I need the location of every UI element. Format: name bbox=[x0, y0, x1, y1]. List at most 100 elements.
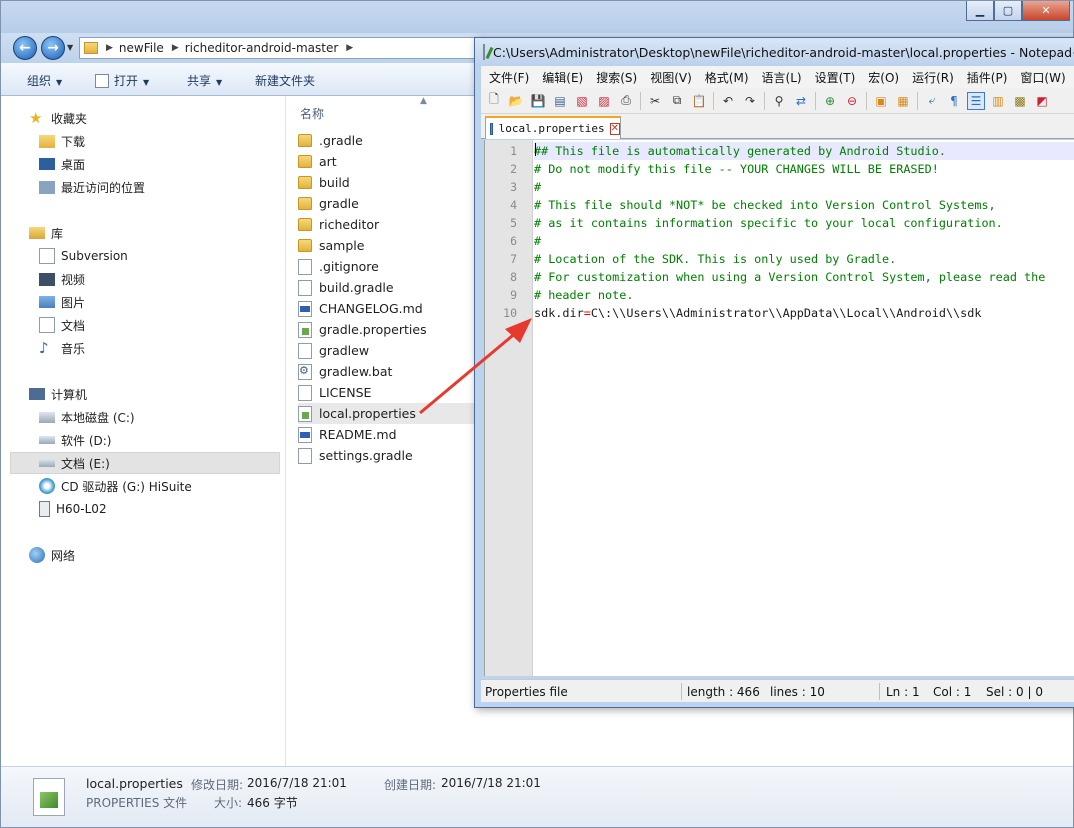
status-lines: lines : 10 bbox=[770, 685, 825, 699]
nav-label: 计算机 bbox=[51, 387, 88, 402]
open-file-icon[interactable]: 📂 bbox=[507, 92, 525, 110]
close-button[interactable]: ✕ bbox=[1022, 1, 1070, 21]
share-button[interactable]: 共享 ▼ bbox=[187, 72, 222, 89]
file-row[interactable]: CHANGELOG.md bbox=[298, 298, 498, 319]
zoom-in-icon[interactable]: ⊕ bbox=[821, 92, 839, 110]
breadcrumb-newfile[interactable]: newFile bbox=[119, 41, 164, 55]
minimize-button[interactable]: ▁ bbox=[966, 1, 994, 21]
nav-videos[interactable]: 视频 bbox=[39, 269, 85, 289]
file-name: build.gradle bbox=[319, 280, 394, 295]
show-all-characters-icon[interactable]: ¶ bbox=[945, 92, 963, 110]
notepad-icon bbox=[483, 44, 485, 60]
nav-drive-c[interactable]: 本地磁盘 (C:) bbox=[39, 407, 135, 427]
nav-music[interactable]: ♪ 音乐 bbox=[39, 338, 85, 358]
breadcrumb-richeditor[interactable]: richeditor-android-master bbox=[185, 41, 339, 55]
sync-horizontal-icon[interactable]: ▦ bbox=[894, 92, 912, 110]
file-row[interactable]: settings.gradle bbox=[298, 445, 498, 466]
menu-item[interactable]: 格式(M) bbox=[705, 69, 749, 86]
nav-recent[interactable]: 最近访问的位置 bbox=[39, 177, 145, 197]
nav-desktop[interactable]: 桌面 bbox=[39, 154, 85, 174]
back-button[interactable]: ← bbox=[13, 36, 37, 60]
history-dropdown-icon[interactable]: ▼ bbox=[67, 43, 73, 52]
nav-device[interactable]: H60-L02 bbox=[39, 499, 107, 519]
redo-icon[interactable]: ↷ bbox=[741, 92, 759, 110]
zoom-out-icon[interactable]: ⊖ bbox=[843, 92, 861, 110]
sync-vertical-icon[interactable]: ▣ bbox=[872, 92, 890, 110]
open-button[interactable]: 打开 ▼ bbox=[95, 72, 149, 89]
file-row[interactable]: gradlew.bat bbox=[298, 361, 498, 382]
paste-icon[interactable]: 📋 bbox=[690, 92, 708, 110]
word-wrap-icon[interactable]: ⤶ bbox=[923, 92, 941, 110]
undo-icon[interactable]: ↶ bbox=[719, 92, 737, 110]
file-row[interactable]: .gradle bbox=[298, 130, 498, 151]
nav-computer[interactable]: 计算机 bbox=[29, 384, 87, 404]
code-editor[interactable]: 1 2 3 4 5 6 7 8 9 10 ## This file is automaticall… bbox=[484, 140, 1074, 676]
nav-downloads[interactable]: 下载 bbox=[39, 131, 85, 151]
code-area[interactable]: ## This file is automatically generated … bbox=[534, 140, 1074, 676]
nav-label: 视频 bbox=[61, 272, 86, 287]
function-list-icon[interactable]: ▩ bbox=[1011, 92, 1029, 110]
replace-icon[interactable]: ⇄ bbox=[792, 92, 810, 110]
file-row[interactable]: build bbox=[298, 172, 498, 193]
nav-network[interactable]: 网络 bbox=[29, 545, 75, 565]
close-file-icon[interactable]: ▧ bbox=[573, 92, 591, 110]
file-row[interactable]: local.properties bbox=[298, 403, 483, 424]
cut-icon[interactable]: ✂ bbox=[646, 92, 664, 110]
file-row[interactable]: README.md bbox=[298, 424, 498, 445]
menu-item[interactable]: 编辑(E) bbox=[542, 69, 583, 86]
line-number: 7 bbox=[510, 252, 517, 266]
file-row[interactable]: sample bbox=[298, 235, 498, 256]
file-row[interactable]: .gitignore bbox=[298, 256, 498, 277]
forward-button[interactable]: → bbox=[41, 36, 65, 60]
column-header-name[interactable]: 名称 bbox=[300, 105, 324, 122]
file-row[interactable]: gradle.properties bbox=[298, 319, 498, 340]
find-icon[interactable]: ⚲ bbox=[770, 92, 788, 110]
indent-guide-icon[interactable]: ☰ bbox=[967, 91, 985, 110]
menu-item[interactable]: 语言(L) bbox=[762, 69, 802, 86]
record-macro-icon[interactable]: ◩ bbox=[1033, 92, 1051, 110]
subversion-icon bbox=[39, 248, 55, 264]
menu-item[interactable]: 文件(F) bbox=[489, 69, 529, 86]
doc-map-icon[interactable]: ▥ bbox=[989, 92, 1007, 110]
file-name: richeditor bbox=[319, 217, 380, 232]
maximize-button[interactable]: ▢ bbox=[994, 1, 1022, 21]
tab-close-icon[interactable]: ✕ bbox=[609, 122, 620, 135]
properties-file-icon bbox=[33, 778, 65, 816]
nav-libraries[interactable]: 库 bbox=[29, 223, 63, 243]
menu-item[interactable]: 宏(O) bbox=[868, 69, 899, 86]
menu-item[interactable]: 窗口(W) bbox=[1020, 69, 1065, 86]
nav-subversion[interactable]: Subversion bbox=[39, 246, 128, 266]
save-all-icon[interactable]: ▤ bbox=[551, 92, 569, 110]
new-folder-button[interactable]: 新建文件夹 bbox=[255, 72, 315, 89]
tab-local-properties[interactable]: local.properties ✕ bbox=[485, 116, 621, 139]
organize-button[interactable]: 组织 ▼ bbox=[27, 72, 62, 89]
nav-favorites[interactable]: ★ 收藏夹 bbox=[29, 108, 87, 128]
comment-text: # header note. bbox=[534, 288, 634, 302]
menu-item[interactable]: 设置(T) bbox=[815, 69, 856, 86]
breadcrumb-separator-icon: ▶ bbox=[106, 43, 113, 53]
address-bar[interactable]: ▶ newFile ▶ richeditor-android-master ▶ bbox=[79, 37, 479, 59]
nav-pictures[interactable]: 图片 bbox=[39, 292, 85, 312]
desktop-icon bbox=[39, 158, 55, 170]
nav-documents[interactable]: 文档 bbox=[39, 315, 85, 335]
menu-item[interactable]: 搜索(S) bbox=[596, 69, 637, 86]
menu-item[interactable]: 插件(P) bbox=[967, 69, 1008, 86]
close-all-icon[interactable]: ▨ bbox=[595, 92, 613, 110]
nav-drive-e[interactable]: 文档 (E:) bbox=[10, 452, 280, 474]
nav-drive-g[interactable]: CD 驱动器 (G:) HiSuite bbox=[39, 476, 192, 496]
copy-icon[interactable]: ⧉ bbox=[668, 92, 686, 110]
save-icon[interactable]: 💾 bbox=[529, 92, 547, 110]
menu-item[interactable]: 视图(V) bbox=[650, 69, 692, 86]
new-file-icon[interactable]: 🗋 bbox=[485, 92, 503, 110]
file-row[interactable]: gradlew bbox=[298, 340, 498, 361]
nav-label: Subversion bbox=[61, 249, 128, 263]
file-row[interactable]: LICENSE bbox=[298, 382, 498, 403]
nav-drive-d[interactable]: 软件 (D:) bbox=[39, 430, 111, 450]
menu-item[interactable]: 运行(R) bbox=[912, 69, 954, 86]
print-icon[interactable]: ⎙ bbox=[617, 92, 635, 110]
file-row[interactable]: gradle bbox=[298, 193, 498, 214]
file-row[interactable]: richeditor bbox=[298, 214, 498, 235]
file-row[interactable]: art bbox=[298, 151, 498, 172]
text-cursor bbox=[535, 143, 536, 156]
file-row[interactable]: build.gradle bbox=[298, 277, 498, 298]
